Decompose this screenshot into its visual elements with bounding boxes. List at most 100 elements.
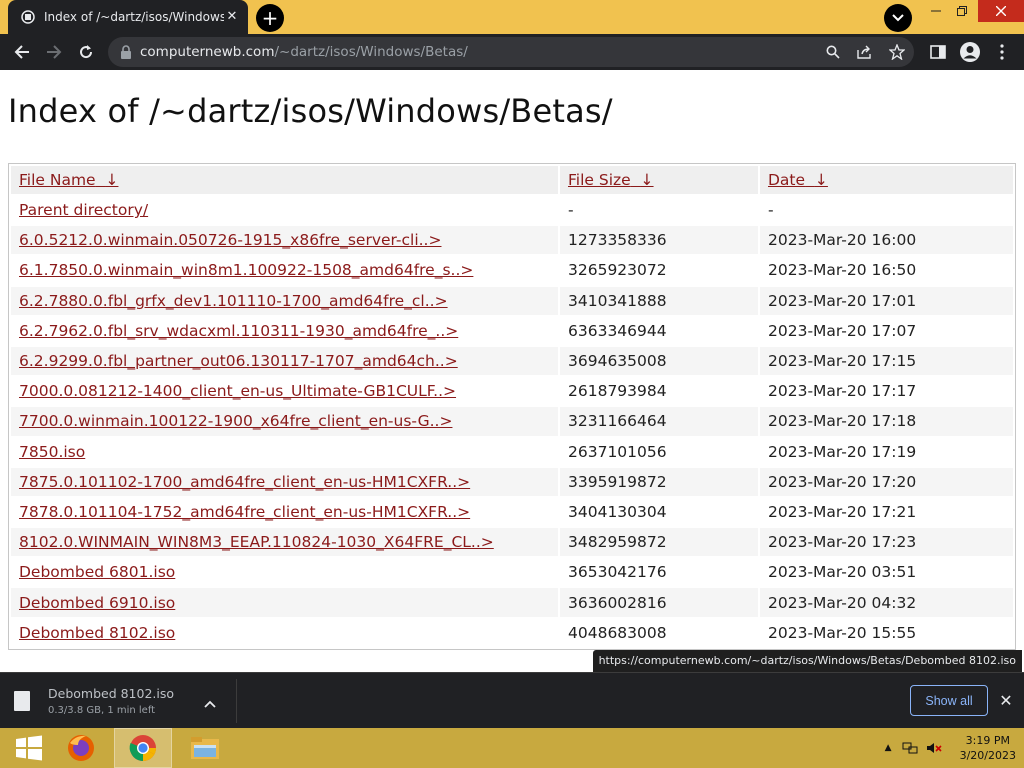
table-row: 7850.iso 2637101056 2023-Mar-20 17:19 — [11, 438, 1013, 466]
windows-logo-icon — [16, 735, 42, 761]
file-link[interactable]: 7875.0.101102-1700_amd64fre_client_en-us… — [19, 473, 470, 491]
taskbar-firefox[interactable] — [52, 728, 110, 768]
file-link[interactable]: 6.0.5212.0.winmain.050726-1915_x86fre_se… — [19, 231, 441, 249]
table-row: 7700.0.winmain.100122-1900_x64fre_client… — [11, 407, 1013, 436]
clock-date: 3/20/2023 — [959, 749, 1016, 762]
side-panel-button[interactable] — [924, 38, 952, 66]
table-row: 6.2.7880.0.fbl_grfx_dev1.101110-1700_amd… — [11, 286, 1013, 315]
file-size-cell: 3653042176 — [568, 563, 667, 582]
file-date-cell: 2023-Mar-20 17:15 — [760, 346, 1013, 376]
page-content: Index of /~dartz/isos/Windows/Betas/ Fil… — [0, 70, 1024, 733]
table-row: Debombed 6801.iso 3653042176 2023-Mar-20 0… — [11, 558, 1013, 586]
show-all-downloads-button[interactable]: Show all — [910, 685, 988, 716]
download-item[interactable]: Debombed 8102.iso 0.3/3.8 GB, 1 min left — [14, 681, 174, 721]
file-size-cell: 3410341888 — [560, 286, 758, 315]
taskbar-chrome[interactable] — [114, 728, 172, 768]
file-link[interactable]: 7850.iso — [19, 443, 85, 461]
file-link[interactable]: Debombed 6801.iso — [19, 563, 175, 581]
close-shelf-icon[interactable]: ✕ — [996, 691, 1016, 711]
chevron-up-icon[interactable]: ▲ — [885, 743, 892, 753]
file-size-cell: 2618793984 — [568, 382, 667, 401]
file-name-cell: 6.2.7880.0.fbl_grfx_dev1.101110-1700_amd… — [11, 286, 558, 315]
download-file-name: Debombed 8102.iso — [48, 686, 175, 701]
column-date-label: Date — [768, 171, 806, 189]
file-link[interactable]: 6.1.7850.0.winmain_win8m1.100922-1508_am… — [19, 261, 473, 279]
volume-muted-icon[interactable] — [926, 741, 942, 755]
file-date-cell: 2023-Mar-20 16:50 — [768, 261, 917, 280]
file-link[interactable]: 7878.0.101104-1752_amd64fre_client_en-us… — [19, 503, 470, 521]
file-date-cell: 2023-Mar-20 17:18 — [760, 407, 1013, 436]
window-close-button[interactable] — [978, 0, 1024, 22]
table-row: Debombed 8102.iso 4048683008 2023-Mar-20 1… — [11, 619, 1013, 647]
lock-icon — [121, 45, 131, 59]
link-status-bubble: https://computernewb.com/~dartz/isos/Win… — [592, 650, 1022, 672]
file-date-cell: 2023-Mar-20 17:21 — [768, 502, 917, 521]
search-icon[interactable] — [822, 41, 844, 63]
clock-time: 3:19 PM — [965, 734, 1010, 747]
page-favicon-icon — [20, 9, 36, 25]
new-tab-button[interactable]: + — [256, 4, 284, 32]
file-icon — [14, 691, 30, 711]
avatar-icon — [960, 42, 980, 62]
download-status: 0.3/3.8 GB, 1 min left — [48, 705, 156, 716]
system-clock[interactable]: 3:19 PM 3/20/2023 — [960, 733, 1016, 763]
file-date-cell: 2023-Mar-20 17:07 — [768, 321, 917, 340]
restore-button[interactable] — [946, 0, 978, 22]
file-size-cell: - — [568, 201, 574, 220]
file-name-cell: 7878.0.101104-1752_amd64fre_client_en-us… — [11, 498, 558, 526]
sort-by-size-link[interactable]: File Size ↓ — [568, 171, 654, 189]
arrow-left-icon — [14, 45, 29, 59]
tab-title: Index of /~dartz/isos/Windows/B — [44, 10, 224, 24]
file-size-cell: 3265923072 — [568, 261, 667, 280]
file-size-cell: 3231166464 — [560, 407, 758, 436]
file-size-cell: 3482959872 — [560, 528, 758, 557]
download-options-button[interactable] — [204, 693, 216, 712]
forward-button[interactable] — [40, 38, 68, 66]
file-date-cell: 2023-Mar-20 17:01 — [760, 286, 1013, 315]
file-size-cell: 3636002816 — [560, 588, 758, 617]
reload-button[interactable] — [72, 38, 100, 66]
file-size-cell: 4048683008 — [568, 623, 667, 642]
network-icon[interactable] — [902, 741, 918, 755]
file-name-cell: 6.0.5212.0.winmain.050726-1915_x86fre_se… — [11, 226, 558, 255]
file-link[interactable]: 6.2.7962.0.fbl_srv_wdacxml.110311-1930_a… — [19, 322, 458, 340]
file-date-cell: 2023-Mar-20 04:32 — [760, 588, 1013, 617]
bookmark-star-icon[interactable] — [886, 41, 908, 63]
windows-taskbar: ▲ 3:19 PM 3/20/2023 — [0, 728, 1024, 768]
sort-by-date-link[interactable]: Date ↓ — [768, 171, 828, 189]
file-link[interactable]: 8102.0.WINMAIN_WIN8M3_EEAP.110824-1030_X… — [19, 533, 494, 551]
profile-button[interactable] — [956, 38, 984, 66]
file-date-cell: 2023-Mar-20 15:55 — [768, 623, 917, 642]
kebab-menu-icon — [1000, 44, 1004, 60]
tab-active[interactable]: Index of /~dartz/isos/Windows/B ✕ — [8, 0, 248, 34]
table-row: 6.2.9299.0.fbl_partner_out06.130117-1707… — [11, 346, 1013, 376]
file-link[interactable]: 6.2.9299.0.fbl_partner_out06.130117-1707… — [19, 352, 458, 370]
share-icon[interactable] — [854, 41, 876, 63]
file-link[interactable]: 6.2.7880.0.fbl_grfx_dev1.101110-1700_amd… — [19, 292, 448, 310]
file-name-cell: Parent directory/ — [11, 196, 558, 224]
url-text[interactable]: computernewb.com/~dartz/isos/Windows/Bet… — [140, 44, 468, 60]
file-date-cell: 2023-Mar-20 17:23 — [760, 528, 1013, 557]
table-row: 7000.0.081212-1400_client_en-us_Ultimate… — [11, 377, 1013, 405]
taskbar-file-explorer[interactable] — [176, 728, 234, 768]
start-button[interactable] — [0, 728, 58, 768]
tab-search-button[interactable] — [884, 4, 912, 32]
column-size-label: File Size — [568, 171, 631, 189]
file-link[interactable]: Debombed 6910.iso — [19, 594, 175, 612]
table-row: 6.0.5212.0.winmain.050726-1915_x86fre_se… — [11, 226, 1013, 255]
file-name-cell: 7700.0.winmain.100122-1900_x64fre_client… — [11, 407, 558, 436]
download-shelf: Debombed 8102.iso 0.3/3.8 GB, 1 min left… — [0, 672, 1024, 728]
divider — [236, 679, 237, 723]
browser-toolbar: computernewb.com/~dartz/isos/Windows/Bet… — [0, 34, 1024, 70]
file-name-cell: Debombed 6801.iso — [11, 558, 558, 586]
sort-by-name-link[interactable]: File Name ↓ — [19, 171, 118, 189]
file-link[interactable]: 7000.0.081212-1400_client_en-us_Ultimate… — [19, 382, 456, 400]
file-link[interactable]: Debombed 8102.iso — [19, 624, 175, 642]
parent-directory-link[interactable]: Parent directory/ — [19, 201, 148, 219]
file-date-cell: 2023-Mar-20 17:19 — [768, 442, 917, 461]
menu-button[interactable] — [988, 38, 1016, 66]
back-button[interactable] — [8, 38, 36, 66]
address-bar[interactable]: computernewb.com/~dartz/isos/Windows/Bet… — [108, 37, 914, 67]
tab-close-icon[interactable]: ✕ — [224, 9, 240, 25]
file-link[interactable]: 7700.0.winmain.100122-1900_x64fre_client… — [19, 412, 452, 430]
